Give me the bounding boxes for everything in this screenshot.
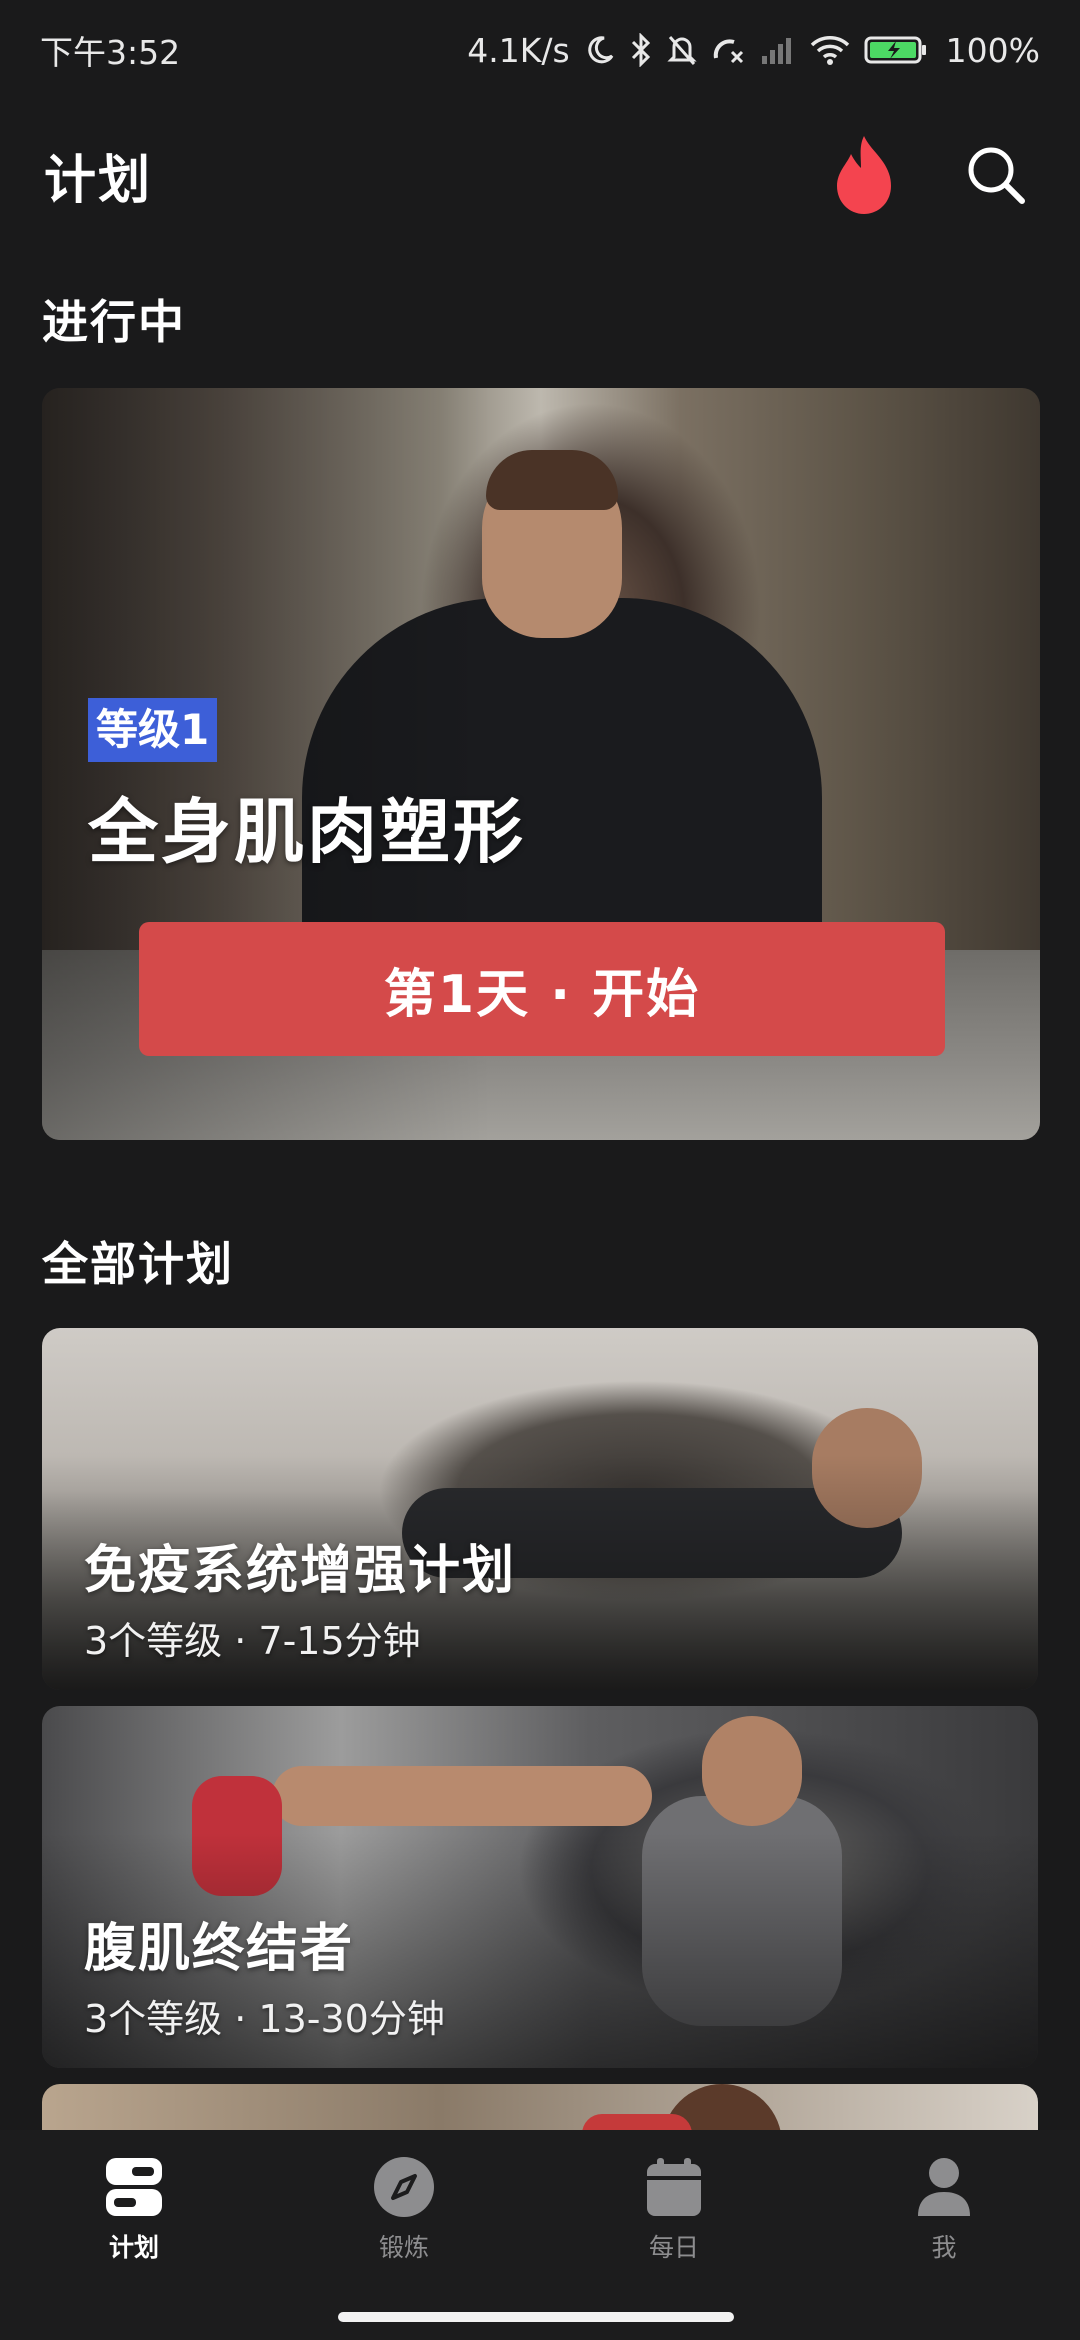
nav-item-workout[interactable]: 锻炼 bbox=[304, 2156, 504, 2264]
plan-card-immune[interactable]: 免疫系统增强计划 3个等级 · 7-15分钟 bbox=[42, 1328, 1038, 1690]
nav-item-plan[interactable]: 计划 bbox=[34, 2156, 234, 2264]
home-indicator[interactable] bbox=[338, 2312, 734, 2322]
plan-card-abs[interactable]: 腹肌终结者 3个等级 · 13-30分钟 bbox=[42, 1706, 1038, 2068]
status-bar: 下午3:52 4.1K/s 100% bbox=[0, 0, 1080, 100]
bottom-nav: 计划 锻炼 每日 我 bbox=[0, 2130, 1080, 2340]
nav-item-daily[interactable]: 每日 bbox=[574, 2156, 774, 2264]
app-header: 计划 bbox=[0, 120, 1080, 230]
start-day-button[interactable]: 第1天 · 开始 bbox=[139, 922, 945, 1056]
hero-plan-title: 全身肌肉塑形 bbox=[88, 791, 526, 873]
plan-title: 免疫系统增强计划 bbox=[84, 1541, 517, 1601]
signal-icon bbox=[760, 36, 796, 64]
search-icon[interactable] bbox=[956, 135, 1036, 215]
hero-plan-card[interactable]: 等级1 全身肌肉塑形 第1天 · 开始 bbox=[42, 388, 1040, 1140]
level-badge: 等级1 bbox=[88, 698, 218, 762]
call-forward-icon bbox=[712, 34, 746, 66]
calendar-icon bbox=[643, 2156, 705, 2218]
page-title: 计划 bbox=[44, 150, 153, 211]
nav-label: 锻炼 bbox=[378, 2233, 429, 2262]
nav-label: 计划 bbox=[108, 2233, 159, 2262]
section-heading-all-plans: 全部计划 bbox=[42, 1237, 234, 1291]
battery-percent: 100% bbox=[945, 30, 1040, 70]
battery-charging-icon bbox=[864, 35, 928, 65]
nav-label: 我 bbox=[931, 2233, 957, 2262]
mute-bell-icon bbox=[666, 33, 698, 67]
plan-icon bbox=[103, 2156, 165, 2218]
plan-title: 腹肌终结者 bbox=[84, 1919, 355, 1979]
wifi-icon bbox=[810, 35, 850, 65]
compass-icon bbox=[373, 2156, 435, 2218]
status-time: 下午3:52 bbox=[40, 33, 181, 72]
plan-meta: 3个等级 · 13-30分钟 bbox=[84, 1997, 445, 2041]
nav-item-me[interactable]: 我 bbox=[844, 2156, 1044, 2264]
person-icon bbox=[913, 2156, 975, 2218]
network-speed: 4.1K/s bbox=[467, 30, 570, 70]
moon-icon bbox=[584, 34, 616, 66]
status-icons: 4.1K/s 100% bbox=[467, 31, 1040, 70]
bluetooth-icon bbox=[630, 33, 652, 67]
section-heading-in-progress: 进行中 bbox=[42, 295, 186, 349]
nav-label: 每日 bbox=[648, 2233, 699, 2262]
flame-icon[interactable] bbox=[824, 135, 904, 215]
plan-meta: 3个等级 · 7-15分钟 bbox=[84, 1619, 421, 1663]
